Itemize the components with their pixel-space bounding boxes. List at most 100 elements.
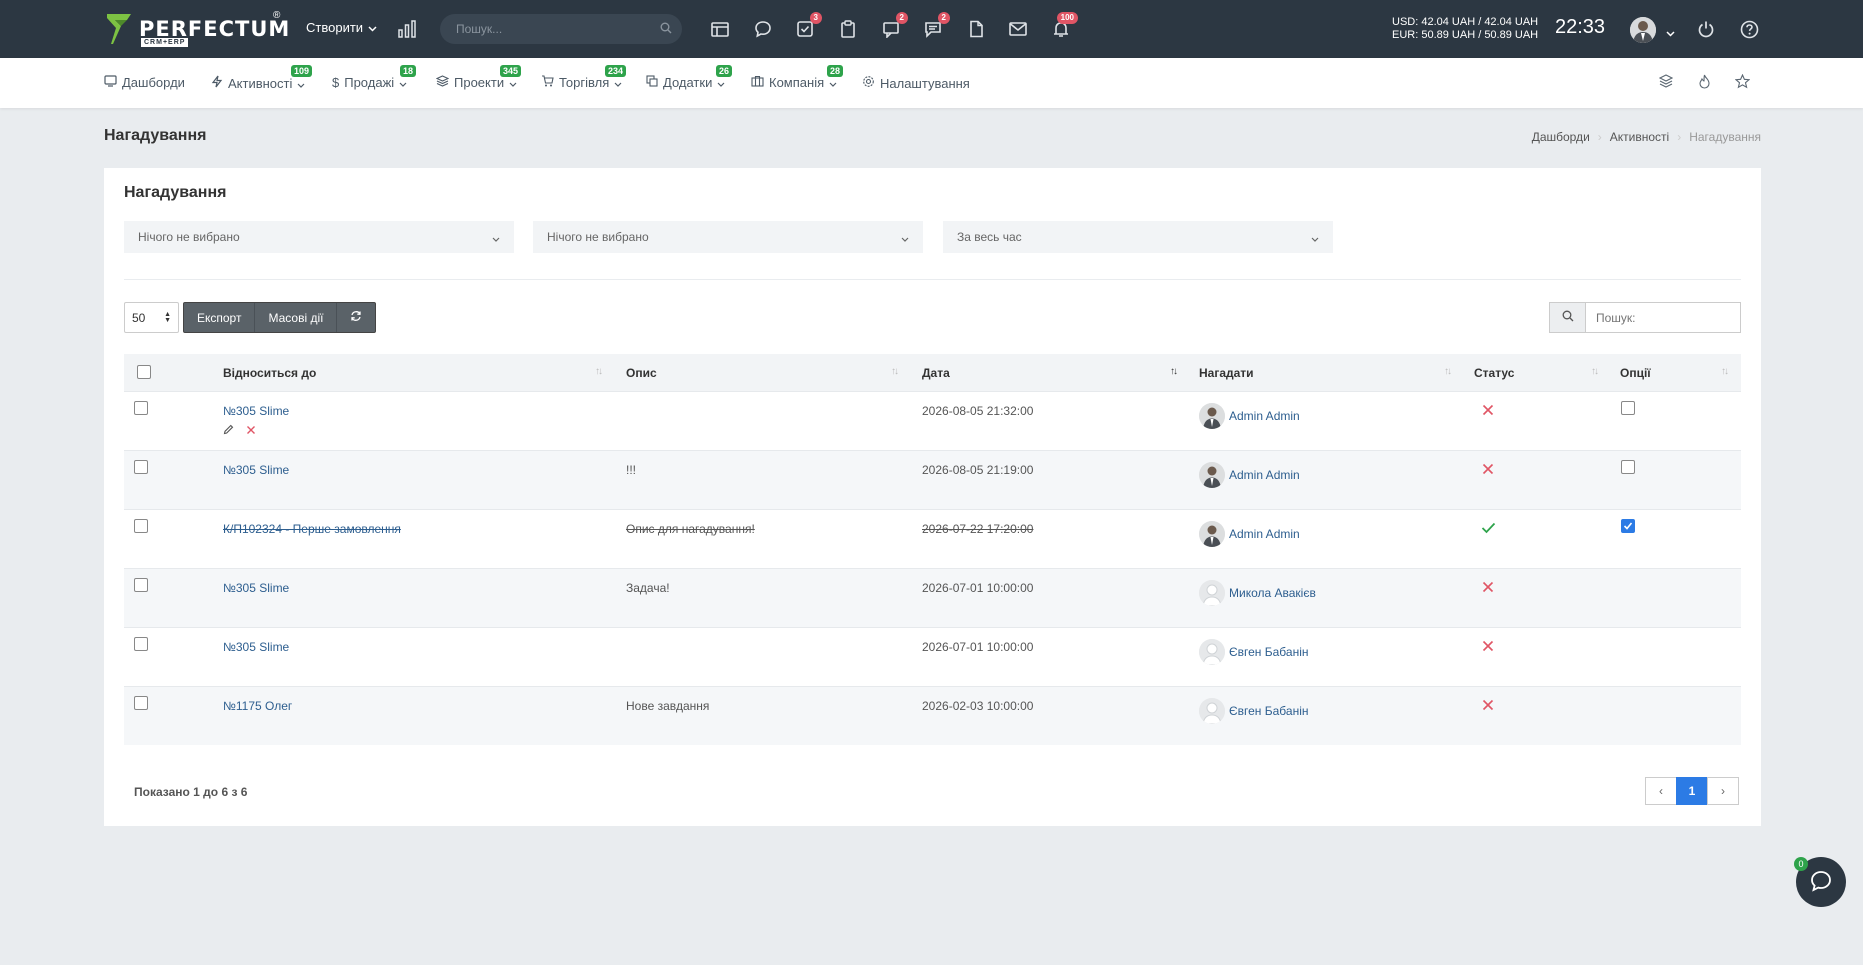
column-header[interactable]: Опції — [1620, 366, 1651, 380]
row-checkbox[interactable] — [134, 637, 148, 651]
option-checkbox[interactable] — [1621, 460, 1635, 474]
page-button[interactable]: 1 — [1676, 777, 1708, 805]
table-row: №305 Slime 2026-07-01 10:00:00 Євген Баб… — [124, 627, 1741, 686]
row-checkbox[interactable] — [134, 578, 148, 592]
next-page-button[interactable]: › — [1707, 777, 1739, 805]
date: 2026-08-05 21:19:00 — [922, 463, 1034, 477]
fire-icon[interactable] — [1698, 74, 1711, 92]
nav-dashboards[interactable]: Дашборди — [104, 75, 185, 90]
export-button[interactable]: Експорт — [184, 303, 256, 332]
global-search[interactable] — [440, 14, 682, 44]
nav-addons[interactable]: Додатки 26 — [646, 65, 733, 90]
delete-icon[interactable] — [246, 424, 256, 438]
support-icon[interactable]: 2 — [880, 12, 908, 40]
description: Задача! — [626, 581, 670, 595]
assigned-user[interactable]: Євген Бабанін — [1199, 698, 1309, 724]
bell-icon[interactable]: 100 — [1050, 12, 1078, 40]
filter-select[interactable]: Нічого не вибрано — [533, 221, 923, 253]
chevron-left-icon: ‹ — [1659, 784, 1663, 798]
tasks-icon[interactable]: 3 — [794, 12, 822, 40]
sort-icon[interactable]: ↑↓ — [891, 366, 899, 377]
assigned-user[interactable]: Євген Бабанін — [1199, 639, 1309, 665]
table-row: К/П102324 - Перше замовлення Опис для на… — [124, 509, 1741, 568]
select-all-checkbox[interactable] — [137, 365, 151, 379]
related-link[interactable]: №305 Slime — [223, 404, 289, 418]
nav-trade[interactable]: Торгівля 234 — [541, 65, 627, 90]
column-header[interactable]: Дата — [922, 366, 950, 380]
bulk-actions-button[interactable]: Масові дії — [255, 303, 338, 332]
row-checkbox[interactable] — [134, 460, 148, 474]
nav-activities[interactable]: Активності 109 — [211, 65, 313, 91]
user-name: Євген Бабанін — [1229, 645, 1309, 659]
assigned-user[interactable]: Admin Admin — [1199, 403, 1300, 429]
spinner-icon: ▲ ▼ — [164, 311, 171, 324]
option-checkbox-checked[interactable] — [1621, 519, 1635, 533]
calendar-icon[interactable] — [709, 18, 731, 40]
page-size-select[interactable]: 50 ▲ ▼ — [124, 302, 179, 333]
date: 2026-02-03 10:00:00 — [922, 699, 1034, 713]
related-link[interactable]: К/П102324 - Перше замовлення — [223, 522, 401, 536]
breadcrumb-link[interactable]: Активності — [1610, 130, 1669, 144]
user-menu-chevron-icon[interactable] — [1666, 26, 1675, 40]
nav-settings[interactable]: Налаштування — [862, 75, 970, 91]
file-icon[interactable] — [965, 18, 987, 40]
search-icon — [1562, 310, 1574, 325]
sort-icon[interactable]: ↑↓ — [595, 366, 603, 377]
related-link[interactable]: №305 Slime — [223, 581, 289, 595]
power-icon[interactable] — [1697, 20, 1715, 41]
column-header[interactable]: Нагадати — [1199, 366, 1254, 380]
date: 2026-07-22 17:20:00 — [922, 522, 1034, 536]
help-icon[interactable] — [1740, 20, 1759, 42]
nav-projects[interactable]: Проекти 345 — [435, 65, 522, 90]
table-search-input[interactable] — [1586, 302, 1741, 333]
row-checkbox[interactable] — [134, 519, 148, 533]
sort-icon[interactable]: ↑↓ — [1591, 366, 1599, 377]
column-header[interactable]: Відноситься до — [223, 366, 316, 380]
assigned-user[interactable]: Admin Admin — [1199, 462, 1300, 488]
nav-sales[interactable]: $ Продажі 18 — [332, 65, 417, 90]
nav-badge: 26 — [716, 65, 733, 77]
table-actions-group: Експорт Масові дії — [183, 302, 377, 333]
filter-select[interactable]: Нічого не вибрано — [124, 221, 514, 253]
option-checkbox[interactable] — [1621, 401, 1635, 415]
row-checkbox[interactable] — [134, 401, 148, 415]
row-checkbox[interactable] — [134, 696, 148, 710]
table-search-button[interactable] — [1549, 302, 1586, 333]
refresh-button[interactable] — [337, 303, 375, 332]
reminders-panel: Нагадування Нічого не вибрано Нічого не … — [104, 168, 1761, 826]
user-avatar[interactable] — [1630, 17, 1656, 43]
nav-label: Проекти — [454, 75, 505, 90]
assigned-user[interactable]: Admin Admin — [1199, 521, 1300, 547]
sort-icon[interactable]: ↑↓ — [1721, 366, 1729, 377]
column-header[interactable]: Опис — [626, 366, 657, 380]
related-link[interactable]: №1175 Олег — [223, 699, 292, 713]
edit-icon[interactable] — [223, 424, 234, 438]
column-header[interactable]: Статус — [1474, 366, 1514, 380]
nav-label: Компанія — [769, 75, 825, 90]
chat-icon[interactable] — [752, 18, 774, 40]
create-dropdown-button[interactable]: Створити — [306, 20, 377, 35]
sort-icon[interactable]: ↑↓ — [1444, 366, 1452, 377]
assigned-user[interactable]: Микола Авакієв — [1199, 580, 1316, 606]
nav-company[interactable]: Компанія 28 — [751, 65, 844, 90]
logo-registered-mark: ® — [273, 10, 281, 21]
clipboard-icon[interactable] — [837, 18, 859, 40]
copy-icon — [646, 75, 658, 90]
logo-text: PERFECTUM — [139, 17, 291, 41]
messages-icon[interactable]: 2 — [922, 12, 950, 40]
breadcrumb-link[interactable]: Дашборди — [1532, 130, 1590, 144]
global-search-input[interactable] — [456, 22, 646, 36]
statistics-icon[interactable] — [397, 19, 417, 42]
logo[interactable]: PERFECTUM CRM+ERP ® — [105, 10, 291, 47]
support-chat-button[interactable]: 0 — [1794, 857, 1846, 907]
related-link[interactable]: №305 Slime — [223, 640, 289, 654]
previous-page-button[interactable]: ‹ — [1645, 777, 1677, 805]
period-filter-select[interactable]: За весь час — [943, 221, 1333, 253]
star-icon[interactable] — [1734, 73, 1751, 92]
sort-desc-icon[interactable]: ↑↓ — [1170, 366, 1178, 377]
mail-icon[interactable] — [1007, 18, 1029, 40]
related-link[interactable]: №305 Slime — [223, 463, 289, 477]
layers-shortcut-icon[interactable] — [1658, 74, 1674, 91]
default-avatar — [1199, 580, 1225, 606]
filter-value: Нічого не вибрано — [547, 230, 649, 244]
